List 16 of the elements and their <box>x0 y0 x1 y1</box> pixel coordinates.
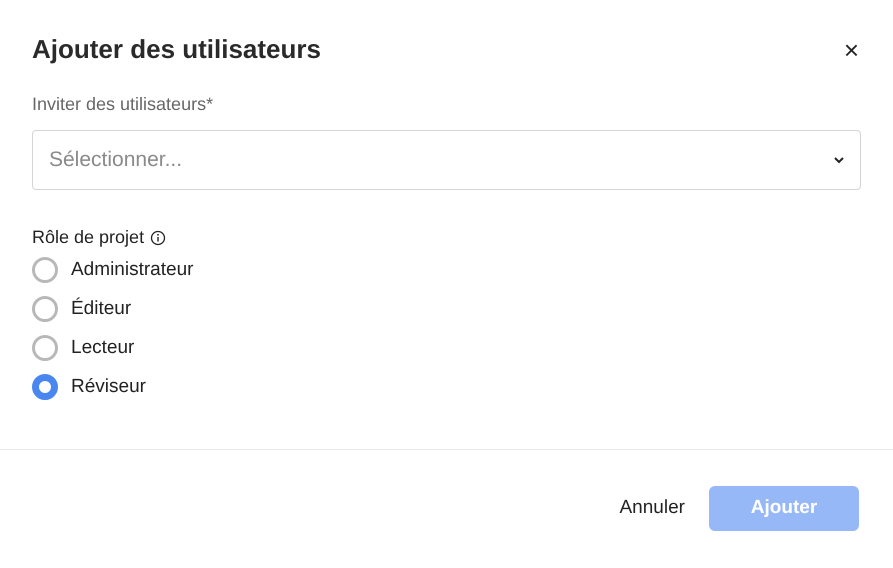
dialog-title: Ajouter des utilisateurs <box>32 33 321 66</box>
radio-option[interactable]: Lecteur <box>32 335 134 361</box>
radio-button[interactable] <box>32 296 58 322</box>
radio-option[interactable]: Éditeur <box>32 296 132 322</box>
select-field[interactable]: Sélectionner... <box>32 130 861 190</box>
radio-button[interactable] <box>32 374 58 400</box>
cancel-button[interactable]: Annuler <box>620 494 685 523</box>
field-label: Inviter des utilisateurs* <box>32 93 214 116</box>
radio-option[interactable]: Réviseur <box>32 374 146 400</box>
radio-button[interactable] <box>32 335 58 361</box>
radio-button[interactable] <box>32 257 58 283</box>
chevron-down-icon <box>833 156 845 164</box>
section-label: Rôle de projet <box>32 226 144 249</box>
info-icon <box>150 230 166 246</box>
close-button[interactable]: × <box>844 36 859 62</box>
radio-option[interactable]: Administrateur <box>32 257 194 283</box>
